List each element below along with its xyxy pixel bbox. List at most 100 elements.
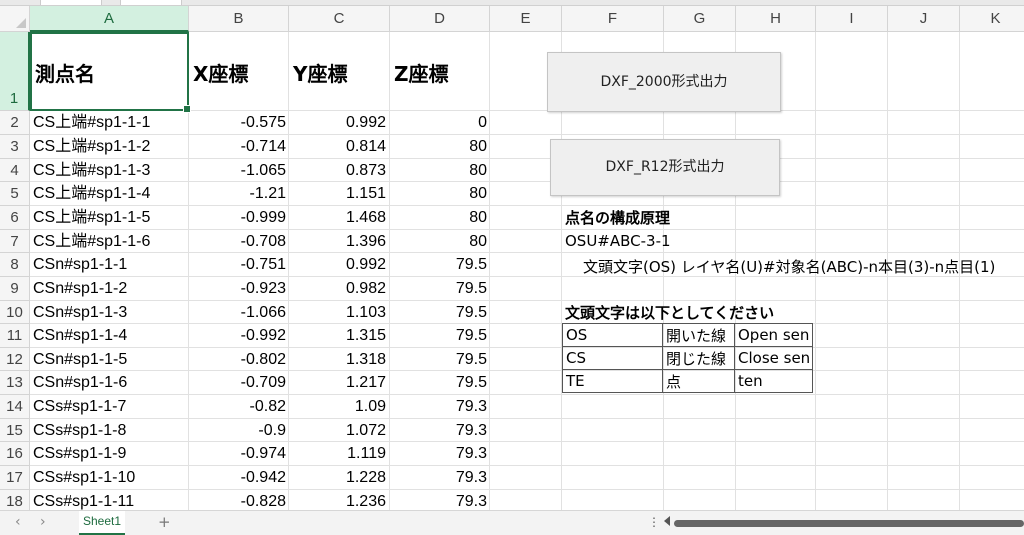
legend-cell-jp[interactable]: 点 <box>662 369 735 393</box>
row-header[interactable]: 15 <box>0 419 30 442</box>
cell-name[interactable]: CS上端#sp1-1-2 <box>33 135 187 158</box>
cell-x[interactable]: -1.065 <box>189 159 286 182</box>
legend-cell-en[interactable]: ten <box>734 369 813 393</box>
column-header-a[interactable]: A <box>30 6 189 32</box>
cell-y[interactable]: 0.873 <box>289 159 386 182</box>
cell-x[interactable]: -0.82 <box>189 395 286 418</box>
cell-name[interactable]: CS上端#sp1-1-4 <box>33 182 187 205</box>
row-header[interactable]: 7 <box>0 230 30 253</box>
cell-y[interactable]: 1.318 <box>289 348 386 371</box>
cell-z[interactable]: 80 <box>390 135 487 158</box>
cell-z[interactable]: 80 <box>390 159 487 182</box>
top-tab-fragment[interactable] <box>120 0 182 5</box>
cell-y[interactable]: 1.09 <box>289 395 386 418</box>
cell-x[interactable]: -0.923 <box>189 277 286 300</box>
row-header[interactable]: 11 <box>0 324 30 348</box>
column-header-f[interactable]: F <box>562 6 664 32</box>
cell-z[interactable]: 79.5 <box>390 348 487 371</box>
column-header-d[interactable]: D <box>390 6 490 32</box>
cell-x[interactable]: -0.575 <box>189 111 286 134</box>
cell-name[interactable]: CSn#sp1-1-6 <box>33 371 187 394</box>
active-cell-selection[interactable] <box>30 32 191 113</box>
cell-y[interactable]: 1.151 <box>289 182 386 205</box>
cell-z[interactable]: 79.3 <box>390 442 487 465</box>
dxf-2000-export-button[interactable]: DXF_2000形式出力 <box>547 52 781 112</box>
cell-name[interactable]: CS上端#sp1-1-1 <box>33 111 187 134</box>
cell-y[interactable]: 0.992 <box>289 253 386 276</box>
column-header-i[interactable]: I <box>816 6 888 32</box>
cell-name[interactable]: CSn#sp1-1-3 <box>33 301 187 324</box>
cell-x[interactable]: -0.9 <box>189 419 286 442</box>
cell-y[interactable]: 1.228 <box>289 466 386 489</box>
row-header[interactable]: 8 <box>0 253 30 277</box>
cell-x[interactable]: -0.942 <box>189 466 286 489</box>
cell-name[interactable]: CSn#sp1-1-5 <box>33 348 187 371</box>
row-header[interactable]: 4 <box>0 159 30 182</box>
cell-y[interactable]: 0.982 <box>289 277 386 300</box>
cell-y[interactable]: 1.119 <box>289 442 386 465</box>
cell-x[interactable]: -0.751 <box>189 253 286 276</box>
cell-y[interactable]: 1.072 <box>289 419 386 442</box>
legend-cell-jp[interactable]: 閉じた線 <box>662 346 735 370</box>
row-header[interactable]: 13 <box>0 371 30 395</box>
cell-z[interactable]: 79.3 <box>390 466 487 489</box>
column-header-e[interactable]: E <box>490 6 562 32</box>
cell-z[interactable]: 79.5 <box>390 371 487 394</box>
cell-x[interactable]: -0.714 <box>189 135 286 158</box>
cell-name[interactable]: CS上端#sp1-1-3 <box>33 159 187 182</box>
cell-name[interactable]: CSn#sp1-1-2 <box>33 277 187 300</box>
cell-z[interactable]: 79.5 <box>390 324 487 347</box>
row-header[interactable]: 6 <box>0 206 30 230</box>
cell-name[interactable]: CSn#sp1-1-4 <box>33 324 187 347</box>
select-all-corner[interactable] <box>0 6 30 32</box>
fill-handle[interactable] <box>183 105 191 113</box>
sheet-tab-sheet1[interactable]: Sheet1 <box>79 511 125 535</box>
cell-z[interactable]: 79.5 <box>390 277 487 300</box>
cell-y[interactable]: 1.103 <box>289 301 386 324</box>
legend-cell-code[interactable]: TE <box>562 369 663 393</box>
row-header[interactable]: 16 <box>0 442 30 466</box>
cell-x[interactable]: -0.974 <box>189 442 286 465</box>
next-sheet-icon[interactable]: › <box>40 514 46 530</box>
top-tab-fragment[interactable] <box>40 0 102 5</box>
cell-name[interactable]: CSs#sp1-1-8 <box>33 419 187 442</box>
cell-y[interactable]: 1.217 <box>289 371 386 394</box>
dxf-r12-export-button[interactable]: DXF_R12形式出力 <box>550 139 780 196</box>
cell-x[interactable]: -1.066 <box>189 301 286 324</box>
cell-name[interactable]: CS上端#sp1-1-6 <box>33 230 187 253</box>
legend-cell-code[interactable]: CS <box>562 346 663 370</box>
cell-z[interactable]: 0 <box>390 111 487 134</box>
row-header[interactable]: 5 <box>0 182 30 206</box>
cell-y[interactable]: 0.814 <box>289 135 386 158</box>
scroll-left-icon[interactable] <box>664 516 670 526</box>
row-header[interactable]: 12 <box>0 348 30 371</box>
cell-name[interactable]: CSn#sp1-1-1 <box>33 253 187 276</box>
cell-x[interactable]: -1.21 <box>189 182 286 205</box>
column-header-g[interactable]: G <box>664 6 736 32</box>
cell-x[interactable]: -0.802 <box>189 348 286 371</box>
prev-sheet-icon[interactable]: ‹ <box>15 514 21 530</box>
row-header[interactable]: 9 <box>0 277 30 301</box>
legend-cell-en[interactable]: Close sen <box>734 346 813 370</box>
cell-name[interactable]: CS上端#sp1-1-5 <box>33 206 187 229</box>
legend-cell-code[interactable]: OS <box>562 323 663 347</box>
column-header-j[interactable]: J <box>888 6 960 32</box>
more-options-icon[interactable]: ⋮ <box>648 515 660 529</box>
cell-y[interactable]: 0.992 <box>289 111 386 134</box>
row-header[interactable]: 10 <box>0 301 30 324</box>
cell-z[interactable]: 80 <box>390 206 487 229</box>
horizontal-scrollbar[interactable] <box>674 520 1024 527</box>
cell-y[interactable]: 1.315 <box>289 324 386 347</box>
row-header[interactable]: 1 <box>0 32 30 111</box>
legend-cell-jp[interactable]: 開いた線 <box>662 323 735 347</box>
cell-x[interactable]: -0.999 <box>189 206 286 229</box>
cell-name[interactable]: CSs#sp1-1-9 <box>33 442 187 465</box>
cell-z[interactable]: 79.5 <box>390 301 487 324</box>
cell-C1[interactable]: Y座標 <box>293 58 347 87</box>
cell-z[interactable]: 79.5 <box>390 253 487 276</box>
cell-z[interactable]: 80 <box>390 230 487 253</box>
cell-x[interactable]: -0.709 <box>189 371 286 394</box>
column-header-c[interactable]: C <box>289 6 390 32</box>
cell-y[interactable]: 1.468 <box>289 206 386 229</box>
row-header[interactable]: 17 <box>0 466 30 490</box>
